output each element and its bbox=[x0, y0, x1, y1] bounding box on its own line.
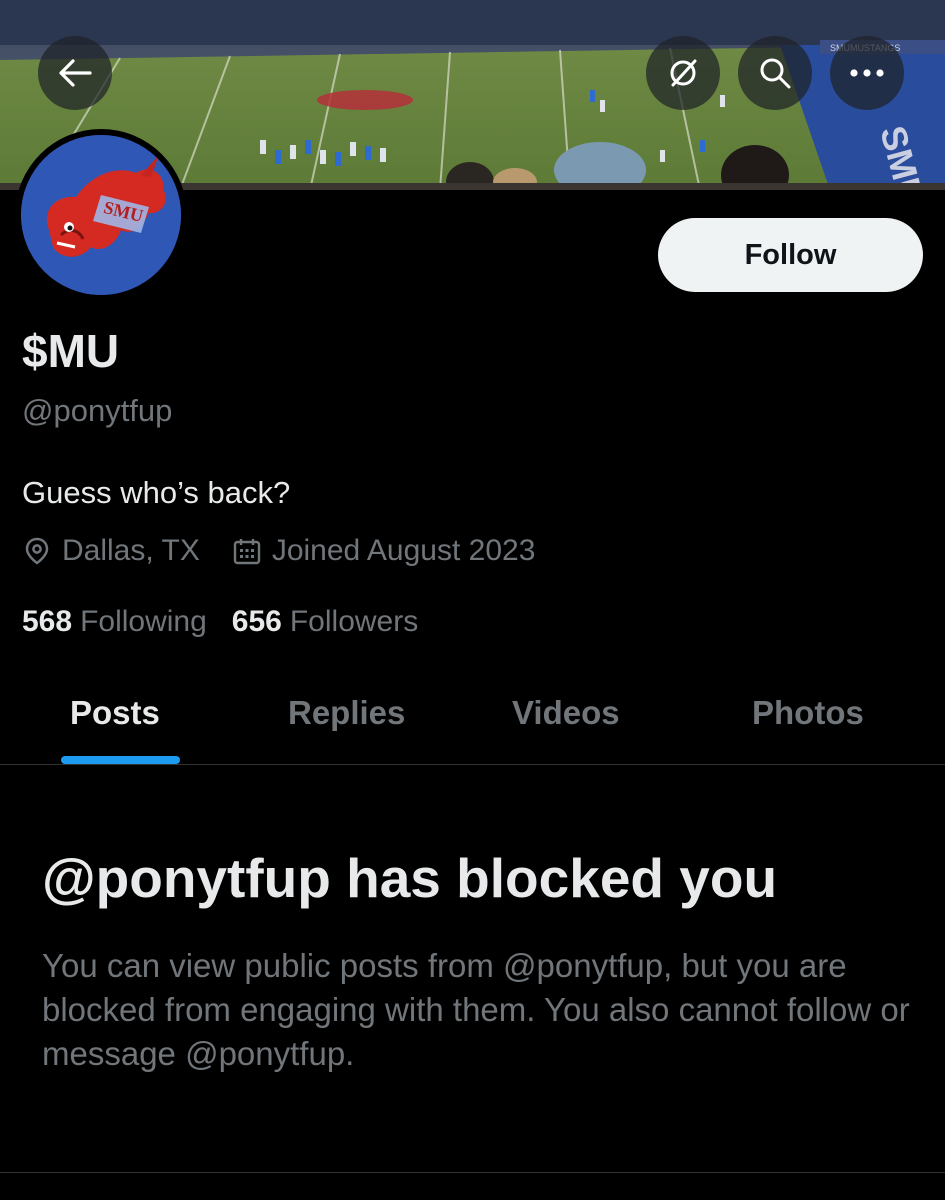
joined-date: Joined August 2023 bbox=[232, 534, 536, 568]
blocked-message: You can view public posts from @ponytfup… bbox=[42, 947, 910, 1072]
tab-photos[interactable]: Photos bbox=[752, 694, 864, 732]
joined-text: Joined August 2023 bbox=[271, 534, 536, 567]
following-count: 568 bbox=[22, 605, 73, 638]
display-name: $MU bbox=[22, 325, 120, 377]
arrow-left-icon bbox=[59, 59, 92, 87]
bio: Guess who’s back? bbox=[22, 475, 291, 510]
location: Dallas, TX bbox=[22, 534, 200, 568]
divider bbox=[0, 1172, 945, 1173]
location-text: Dallas, TX bbox=[62, 534, 200, 567]
user-handle: @ponytfup bbox=[22, 393, 173, 428]
mustang-mascot-image: SMU bbox=[21, 135, 181, 295]
active-tab-indicator bbox=[61, 756, 180, 764]
more-horizontal-icon bbox=[850, 69, 884, 77]
tab-videos[interactable]: Videos bbox=[512, 694, 620, 732]
followers-label: Followers bbox=[289, 605, 419, 638]
profile-tabs: Posts Replies Videos Photos bbox=[0, 670, 945, 765]
location-pin-icon bbox=[25, 537, 49, 565]
tab-posts[interactable]: Posts bbox=[70, 694, 160, 732]
blocked-title: @ponytfup has blocked you bbox=[42, 847, 778, 909]
tab-replies[interactable]: Replies bbox=[288, 694, 405, 732]
avatar[interactable]: SMU bbox=[15, 129, 187, 301]
back-button[interactable] bbox=[38, 36, 112, 110]
followers-link[interactable]: 656 Followers bbox=[232, 605, 418, 639]
search-button[interactable] bbox=[738, 36, 812, 110]
more-button[interactable] bbox=[830, 36, 904, 110]
grok-icon bbox=[670, 59, 697, 87]
search-icon bbox=[760, 58, 791, 89]
followers-count: 656 bbox=[231, 605, 282, 638]
following-label: Following bbox=[80, 605, 207, 638]
profile-meta: Dallas, TX Joined August 2023 bbox=[22, 534, 535, 568]
follow-button[interactable]: Follow bbox=[658, 218, 923, 292]
calendar-icon bbox=[233, 539, 261, 565]
follow-counts: 568 Following 656 Followers bbox=[22, 605, 418, 639]
grok-button[interactable] bbox=[646, 36, 720, 110]
following-link[interactable]: 568 Following bbox=[22, 605, 207, 639]
